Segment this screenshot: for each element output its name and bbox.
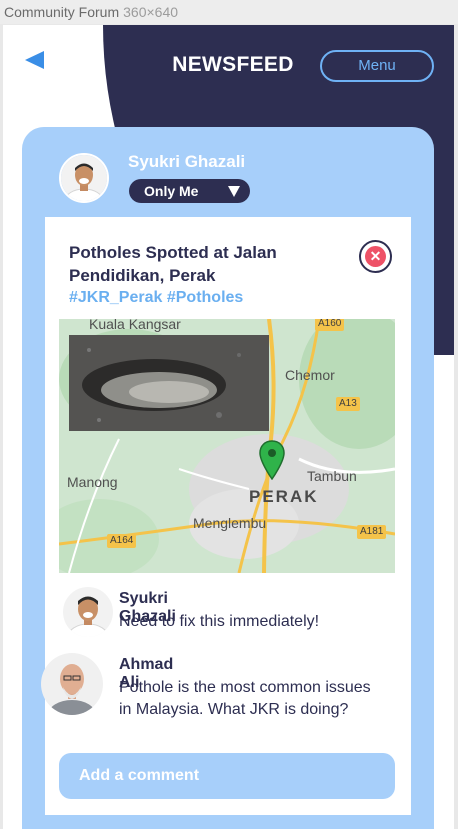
close-post-button[interactable]: ✕ — [359, 240, 392, 273]
commenter-avatar[interactable] — [63, 587, 113, 637]
map-label-chemor: Chemor — [285, 367, 335, 383]
phone-screen: NEWSFEED Menu Syukri Ghazali Only Me Pot… — [3, 25, 454, 829]
map-label-kuala-kangsar: Kuala Kangsar — [89, 319, 181, 332]
comment-text: Need to fix this immediately! — [119, 613, 320, 630]
privacy-value: Only Me — [144, 183, 199, 199]
road-badge-a160: A160 — [315, 319, 345, 331]
hashtag-list: #JKR_Perak #Potholes — [69, 289, 243, 307]
back-arrow-icon[interactable] — [25, 51, 44, 69]
post-title: Potholes Spotted at Jalan Pendidikan, Pe… — [69, 243, 277, 285]
map-label-tambun: Tambun — [307, 468, 357, 484]
road-badge-a164: A164 — [107, 534, 137, 548]
post-content: Potholes Spotted at Jalan Pendidikan, Pe… — [41, 217, 411, 815]
map-label-manong: Manong — [67, 474, 118, 490]
map-label-perak: PERAK — [249, 487, 319, 506]
window-dimensions: 360×640 — [123, 4, 179, 20]
post-card: Syukri Ghazali Only Me Potholes Spotted … — [22, 127, 434, 829]
location-map[interactable]: Kuala Kangsar Chemor Manong PERAK Tambun… — [59, 319, 395, 573]
add-comment-input[interactable] — [59, 753, 395, 799]
window-title-bar: Community Forum 360×640 — [0, 0, 458, 24]
window-title: Community Forum — [4, 4, 120, 20]
comment-text: Pothole is the most common issues in Mal… — [119, 679, 371, 718]
road-badge-a13: A13 — [336, 397, 360, 411]
pothole-photo[interactable] — [69, 335, 269, 431]
hashtag-jkr-perak[interactable]: #JKR_Perak — [69, 289, 162, 306]
road-badge-a181: A181 — [357, 525, 387, 539]
menu-button[interactable]: Menu — [320, 50, 434, 82]
author-name[interactable]: Syukri Ghazali — [128, 152, 245, 172]
caret-down-icon — [228, 186, 240, 197]
map-label-menglembu: Menglembu — [193, 515, 267, 531]
author-avatar[interactable] — [59, 153, 109, 203]
privacy-dropdown[interactable]: Only Me — [129, 179, 250, 203]
location-pin-icon[interactable] — [259, 440, 285, 485]
hashtag-potholes[interactable]: #Potholes — [167, 289, 243, 306]
close-icon: ✕ — [365, 246, 386, 267]
commenter-avatar[interactable] — [41, 653, 103, 715]
page-title: NEWSFEED — [172, 53, 294, 76]
